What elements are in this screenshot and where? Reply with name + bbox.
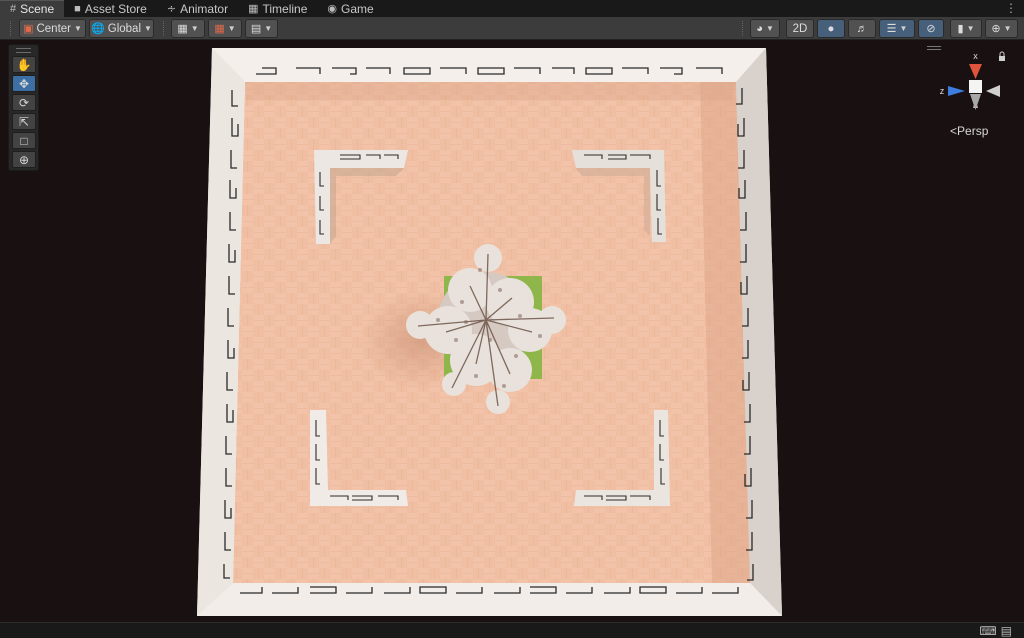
projection-label: Persp: [957, 124, 989, 138]
tab-timeline-label: Timeline: [262, 1, 308, 16]
move-tool-button[interactable]: ✥: [12, 75, 36, 92]
toggle-2d-button[interactable]: 2D: [786, 19, 814, 38]
toolbar-grip[interactable]: [163, 21, 166, 36]
status-icons: ⌨▤: [979, 624, 1016, 638]
tools-palette: ✋ ✥ ⟳ ⇱ □ ⊕: [8, 44, 39, 171]
chevron-down-icon: ▼: [1003, 24, 1012, 33]
toolbar-grip[interactable]: [742, 21, 745, 36]
gizmo-x-label: x: [973, 51, 978, 61]
gamepad-icon: ◉: [327, 3, 338, 15]
tab-asset-store-label: Asset Store: [84, 1, 147, 16]
gizmos-button[interactable]: ⊕ ▼: [985, 19, 1018, 38]
chevron-down-icon: ▼: [190, 24, 199, 33]
effects-layers-icon: ☰: [886, 23, 897, 35]
transform-icon: ⊕: [18, 152, 30, 167]
projection-chevron-icon: <: [950, 124, 958, 138]
chevron-down-icon: ▼: [264, 24, 273, 33]
camera-icon: ▮: [957, 23, 964, 35]
palette-grip[interactable]: [16, 48, 31, 53]
lock-icon[interactable]: ⌨: [979, 624, 1000, 638]
chevron-down-icon: ▼: [766, 24, 774, 33]
toggle-2d-label: 2D: [792, 22, 808, 35]
scene-visibility-button[interactable]: ⊘: [918, 19, 944, 38]
gizmo-z-label: z: [940, 86, 945, 96]
tab-game-label: Game: [341, 1, 374, 16]
tab-animator-label: Animator: [180, 1, 229, 16]
bag-icon: ■: [74, 2, 81, 15]
gizmo-x-cone[interactable]: [969, 64, 982, 79]
tab-scene-label: Scene: [20, 2, 55, 16]
scene-render: [197, 48, 782, 616]
chevron-down-icon: ▼: [966, 24, 975, 33]
space-mode-label: Global: [107, 22, 142, 35]
incremental-snap-button[interactable]: ▦ ▼: [208, 19, 242, 38]
pivot-mode-dropdown[interactable]: ▣ Center ▼: [19, 19, 86, 38]
hand-tool-button[interactable]: ✋: [12, 56, 36, 73]
rect-icon: □: [20, 133, 28, 148]
audio-toggle-button[interactable]: ♬: [848, 19, 876, 38]
rotate-tool-button[interactable]: ⟳: [12, 94, 36, 111]
grid-snap-icon: ▦: [177, 23, 188, 35]
chevron-down-icon: ▼: [144, 24, 152, 33]
lighting-toggle-button[interactable]: ●: [817, 19, 845, 38]
snap-icon: ▦: [214, 23, 225, 35]
audio-muted-icon: ♬: [856, 22, 868, 35]
tab-asset-store[interactable]: ■ Asset Store: [64, 0, 157, 17]
shading-mode-button[interactable]: ◕ ▼: [750, 19, 780, 38]
tab-game[interactable]: ◉ Game: [317, 0, 383, 17]
grid-snap-button[interactable]: ▦ ▼: [171, 19, 205, 38]
gizmo-neg-z-cone[interactable]: [986, 85, 1000, 97]
scale-tool-button[interactable]: ⇱: [12, 113, 36, 130]
editor-tab-bar: # Scene ■ Asset Store ∻ Animator ▦ Timel…: [0, 0, 1024, 17]
film-icon: ▦: [248, 3, 259, 15]
transform-tool-button[interactable]: ⊕: [12, 151, 36, 168]
effects-toggle-button[interactable]: ☰ ▼: [879, 19, 915, 38]
chevron-down-icon: ▼: [74, 24, 82, 33]
tab-scene[interactable]: # Scene: [0, 0, 65, 17]
scene-toolbar: ▣ Center ▼ 🌐 Global ▼ ▦ ▼ ▦ ▼ ▤ ▼ ◕ ▼ 2D…: [0, 17, 1024, 40]
console-icon[interactable]: ▤: [1001, 624, 1016, 638]
pivot-mode-label: Center: [36, 22, 71, 35]
toolbar-grip[interactable]: [10, 21, 13, 36]
rect-tool-button[interactable]: □: [12, 132, 36, 149]
grid-visibility-button[interactable]: ▤ ▼: [245, 19, 278, 38]
space-mode-dropdown[interactable]: 🌐 Global ▼: [89, 19, 154, 38]
hand-icon: ✋: [16, 57, 32, 72]
chevron-down-icon: ▼: [899, 24, 908, 33]
scale-icon: ⇱: [18, 114, 30, 129]
projection-toggle[interactable]: <Persp: [950, 124, 988, 138]
lightbulb-icon: ●: [827, 22, 835, 35]
eye-hidden-icon: ⊘: [926, 23, 936, 35]
tab-animator[interactable]: ∻ Animator: [157, 0, 238, 17]
scene-viewport[interactable]: [0, 40, 1024, 622]
tab-timeline[interactable]: ▦ Timeline: [238, 0, 317, 17]
move-arrows-icon: ✥: [18, 76, 30, 91]
chevron-down-icon: ▼: [227, 24, 236, 33]
globe-icon: 🌐: [91, 23, 105, 35]
pivot-center-icon: ▣: [23, 23, 34, 35]
gizmo-crosshair-icon: ⊕: [991, 23, 1001, 35]
camera-settings-button[interactable]: ▮ ▼: [950, 19, 982, 38]
grid-icon: #: [10, 3, 17, 15]
lock-icon[interactable]: [999, 51, 1005, 61]
gizmo-center-cube[interactable]: [969, 80, 982, 93]
status-bar: ⌨▤: [0, 622, 1024, 638]
rotate-icon: ⟳: [18, 95, 30, 110]
shading-sphere-icon: ◕: [756, 22, 764, 35]
grid-icon: ▤: [250, 23, 262, 35]
gizmo-y-cone[interactable]: [970, 94, 981, 110]
animator-icon: ∻: [166, 3, 177, 15]
kebab-menu-icon[interactable]: ⋮: [1005, 1, 1017, 15]
gizmo-z-cone[interactable]: [948, 86, 965, 96]
